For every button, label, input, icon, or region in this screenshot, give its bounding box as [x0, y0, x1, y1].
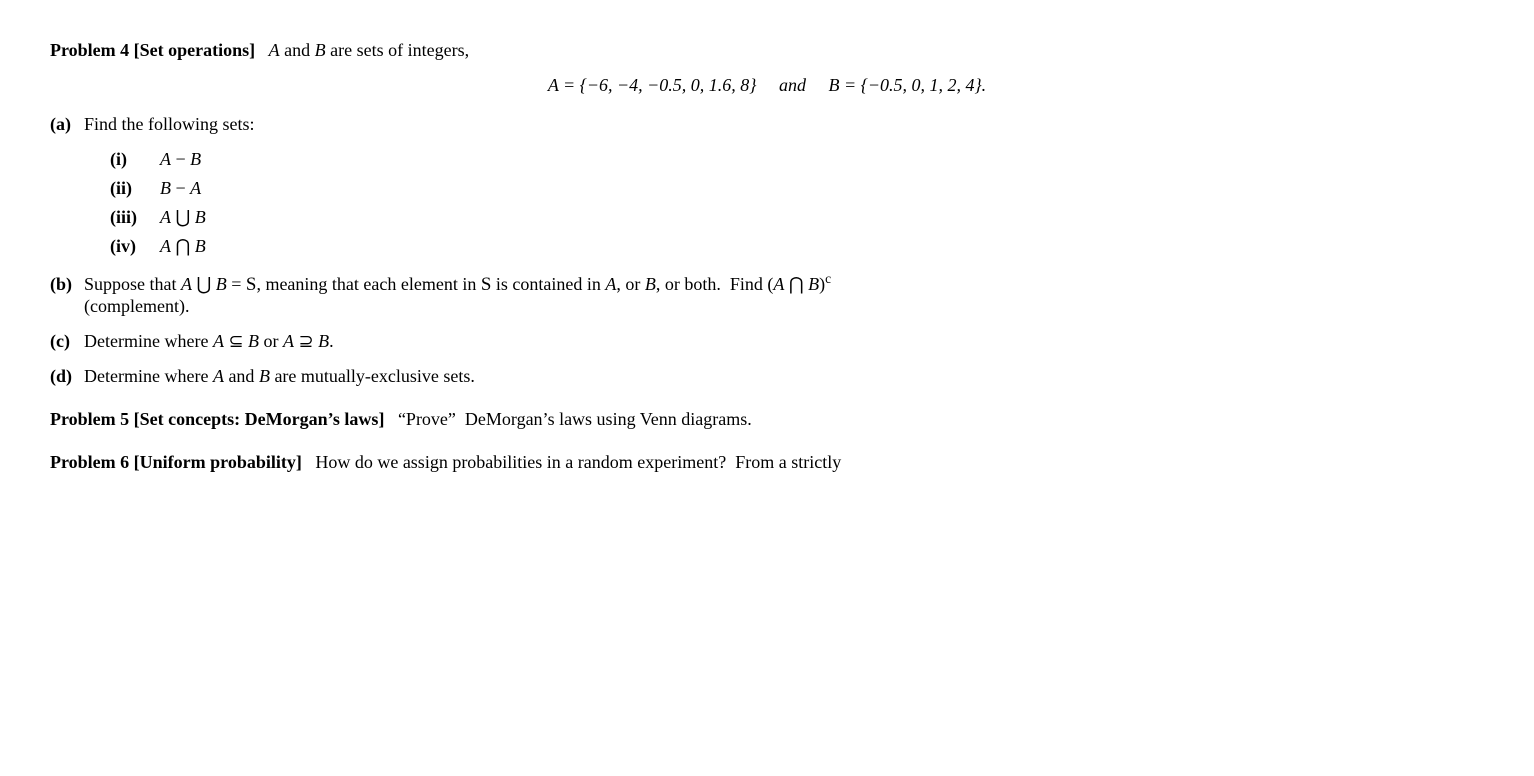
problem-6-title: Problem 6	[50, 452, 129, 472]
part-a-label: (a)	[50, 114, 78, 135]
part-c-label: (c)	[50, 331, 78, 352]
problem-4: Problem 4 [Set operations] A and B are s…	[50, 40, 1484, 387]
subpart-i-label: (i)	[110, 149, 150, 170]
problem-4-part-c: (c) Determine where A ⊆ B or A ⊇ B.	[50, 331, 1484, 352]
subpart-iii: (iii) A ⋃ B	[110, 207, 1484, 228]
part-b-label: (b)	[50, 274, 78, 295]
subpart-iii-content: A ⋃ B	[160, 207, 206, 228]
part-a-subparts: (i) A − B (ii) B − A (iii) A ⋃ B (iv) A …	[110, 149, 1484, 257]
problem-4-intro: A and B are sets of integers,	[260, 40, 469, 60]
subpart-ii-content: B − A	[160, 178, 201, 199]
problem-5-title: Problem 5	[50, 409, 129, 429]
subpart-iv-content: A ⋂ B	[160, 236, 206, 257]
page-content: Problem 4 [Set operations] A and B are s…	[50, 40, 1484, 473]
problem-5: Problem 5 [Set concepts: DeMorgan’s laws…	[50, 409, 1484, 430]
problem-4-tag: [Set operations]	[134, 40, 255, 60]
part-b-content: Suppose that A ⋃ B = S, meaning that eac…	[84, 271, 1484, 317]
part-c-content: Determine where A ⊆ B or A ⊇ B.	[84, 331, 1484, 352]
problem-6-header: Problem 6 [Uniform probability] How do w…	[50, 452, 1484, 473]
problem-6-tag: [Uniform probability]	[134, 452, 302, 472]
part-d-content: Determine where A and B are mutually-exc…	[84, 366, 1484, 387]
subpart-ii: (ii) B − A	[110, 178, 1484, 199]
problem-4-title: Problem 4	[50, 40, 129, 60]
subpart-iv-label: (iv)	[110, 236, 150, 257]
subpart-ii-label: (ii)	[110, 178, 150, 199]
problem-4-header: Problem 4 [Set operations] A and B are s…	[50, 40, 1484, 61]
problem-6-text: How do we assign probabilities in a rand…	[306, 452, 841, 472]
problem-6: Problem 6 [Uniform probability] How do w…	[50, 452, 1484, 473]
problem-4-display-math: A = {−6, −4, −0.5, 0, 1.6, 8} and B = {−…	[50, 75, 1484, 96]
part-a-content: Find the following sets:	[84, 114, 1484, 135]
problem-5-header: Problem 5 [Set concepts: DeMorgan’s laws…	[50, 409, 1484, 430]
problem-5-text: “Prove” DeMorgan’s laws using Venn diagr…	[389, 409, 752, 429]
part-d-label: (d)	[50, 366, 78, 387]
problem-4-part-a: (a) Find the following sets:	[50, 114, 1484, 135]
subpart-i: (i) A − B	[110, 149, 1484, 170]
problem-5-tag: [Set concepts: DeMorgan’s laws]	[134, 409, 385, 429]
problem-4-part-d: (d) Determine where A and B are mutually…	[50, 366, 1484, 387]
problem-4-part-b: (b) Suppose that A ⋃ B = S, meaning that…	[50, 271, 1484, 317]
subpart-iv: (iv) A ⋂ B	[110, 236, 1484, 257]
subpart-i-content: A − B	[160, 149, 201, 170]
subpart-iii-label: (iii)	[110, 207, 150, 228]
